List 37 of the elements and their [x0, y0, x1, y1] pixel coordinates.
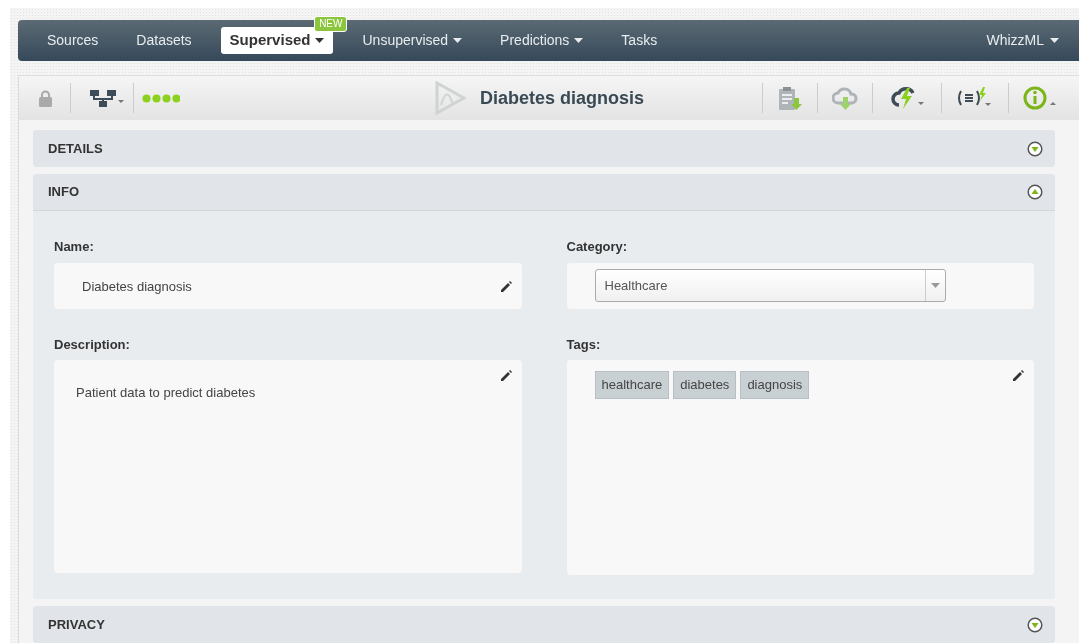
description-field[interactable]: Patient data to predict diabetes: [54, 360, 522, 573]
section-header[interactable]: PRIVACY: [33, 606, 1055, 643]
new-badge: NEW: [314, 16, 348, 32]
collapse-icon[interactable]: [1027, 184, 1043, 200]
pencil-icon[interactable]: [499, 370, 512, 382]
nav-tab[interactable]: Sources: [38, 27, 108, 54]
tag-chip: diagnosis: [740, 371, 810, 399]
tags-field[interactable]: healthcare diabetes diagnosis: [566, 360, 1034, 575]
section-title: INFO: [48, 183, 80, 202]
pencil-icon[interactable]: [499, 281, 512, 293]
nav-tab[interactable]: Supervised: [220, 27, 334, 54]
field-label: Category:: [566, 238, 629, 256]
category-select[interactable]: Healthcare: [594, 269, 946, 302]
clipboard-download-icon[interactable]: [777, 84, 803, 112]
nav-tab[interactable]: Datasets: [127, 27, 201, 54]
section-title: PRIVACY: [48, 615, 105, 634]
tree-icon[interactable]: [89, 88, 125, 108]
tag-chip: diabetes: [673, 371, 737, 399]
resource-title: Diabetes diagnosis: [479, 86, 645, 110]
expand-icon[interactable]: [1027, 140, 1043, 157]
tag-chip: healthcare: [594, 371, 670, 399]
nav-tab[interactable]: Unsupervised: [353, 27, 472, 54]
model-icon: [433, 81, 466, 115]
whizzml-menu[interactable]: WhizzML: [986, 30, 1059, 51]
section-title: DETAILS: [48, 139, 103, 158]
section-header[interactable]: INFO: [33, 174, 1055, 211]
nav-tab[interactable]: Predictions: [491, 27, 593, 54]
field-label: Tags:: [566, 335, 602, 354]
expand-icon[interactable]: [1027, 616, 1043, 633]
field-label: Description:: [54, 335, 131, 354]
nav-tab[interactable]: Tasks: [612, 27, 667, 54]
name-field[interactable]: Diabetes diagnosis: [54, 262, 522, 309]
pencil-icon[interactable]: [1012, 370, 1024, 382]
field-label: Name:: [54, 238, 95, 256]
section-header[interactable]: DETAILS: [33, 130, 1055, 167]
caret-icon: [930, 283, 940, 288]
progress-dots-icon: [142, 93, 180, 103]
